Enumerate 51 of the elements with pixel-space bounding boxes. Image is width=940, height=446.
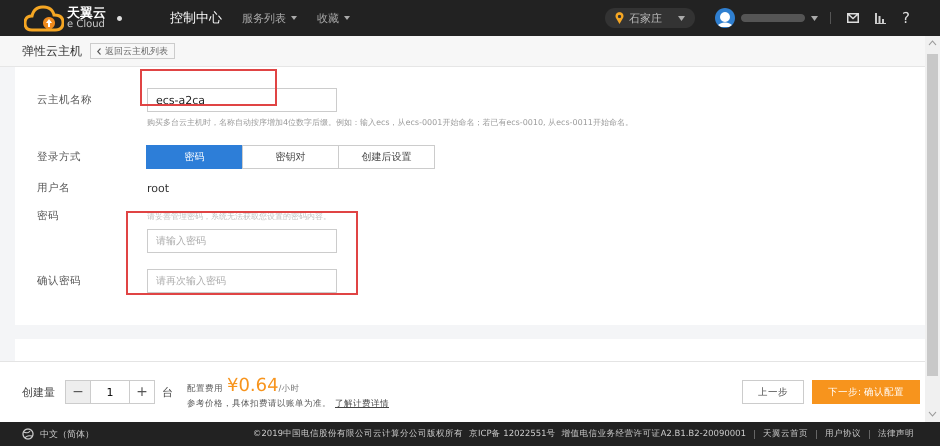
chevron-left-icon [97,48,101,54]
caret-icon[interactable] [811,16,818,20]
decrement-button[interactable]: − [65,380,91,404]
logo-text: 天翼云 [67,6,106,20]
bar-chart-icon[interactable] [875,12,886,24]
location-pin-icon [615,12,624,24]
price-note: 参考价格，具体扣费请以账单为准。 [187,398,331,410]
username-value: root [147,182,170,194]
increment-button[interactable]: + [129,380,155,404]
previous-button[interactable]: 上一步 [742,380,804,404]
nav-item[interactable]: 服务列表 [242,10,286,26]
price-unit: /小时 [278,382,300,394]
back-button[interactable]: 返回云主机列表 [90,43,175,59]
language-selector[interactable]: 中文（简体） [40,428,94,440]
avatar-icon[interactable] [715,8,736,28]
unit-label: 台 [162,384,173,400]
billing-details-link[interactable]: 了解计费详情 [335,398,389,410]
footer-link[interactable]: 用户协议 [825,428,861,440]
caret-icon [678,16,686,20]
blurred-username-drawing [741,13,806,23]
globe-icon [22,428,34,440]
footer-link[interactable]: 法律声明 [878,428,914,440]
login-option[interactable]: 创建后设置 [338,145,435,169]
price: ¥0.64 [227,374,279,396]
footer-link[interactable]: 天翼云首页 [763,428,808,440]
fee-label: 配置费用 [187,382,223,394]
nav-item[interactable]: 控制中心 [170,9,222,27]
mail-icon[interactable] [847,13,860,23]
copyright-text: ©2019中国电信股份有限公司云计算分公司版权所有 [252,428,464,440]
confirm-password-input[interactable]: 请再次输入密码 [147,269,337,293]
field-label: 用户名 [37,181,71,195]
password-input[interactable]: 请输入密码 [147,229,337,253]
help-icon[interactable]: ? [902,9,910,27]
name-hint: 购买多台云主机时，名称自动按序增加4位数字后缀。例如：输入ecs，从ecs-0001开始命名；若已有ecs-0010, 从ecs-0011开始命名。 [147,117,634,128]
name-input[interactable]: ecs-a2ca [147,88,337,112]
page-title: 弹性云主机 [22,42,82,60]
dot-icon [117,16,122,20]
nav-item[interactable]: 收藏 [317,10,339,26]
quantity-label: 创建量 [22,384,55,400]
cloud-logo-icon [24,4,64,32]
field-label: 云主机名称 [37,93,93,107]
login-option[interactable]: 密钥对 [242,145,339,169]
icp-text: 京ICP备 12022551号 [469,428,556,440]
region-selector[interactable]: 石家庄 [605,8,696,28]
field-label: 登录方式 [37,150,82,164]
field-label: 密码 [37,209,60,223]
field-label: 确认密码 [37,274,82,288]
login-option[interactable]: 密码 [146,145,243,169]
license-text: 增值电信业务经营许可证A2.B1.B2-20090001 [562,428,746,440]
logo-subtext: e Cloud [67,20,105,30]
quantity-input[interactable]: 1 [91,380,129,404]
